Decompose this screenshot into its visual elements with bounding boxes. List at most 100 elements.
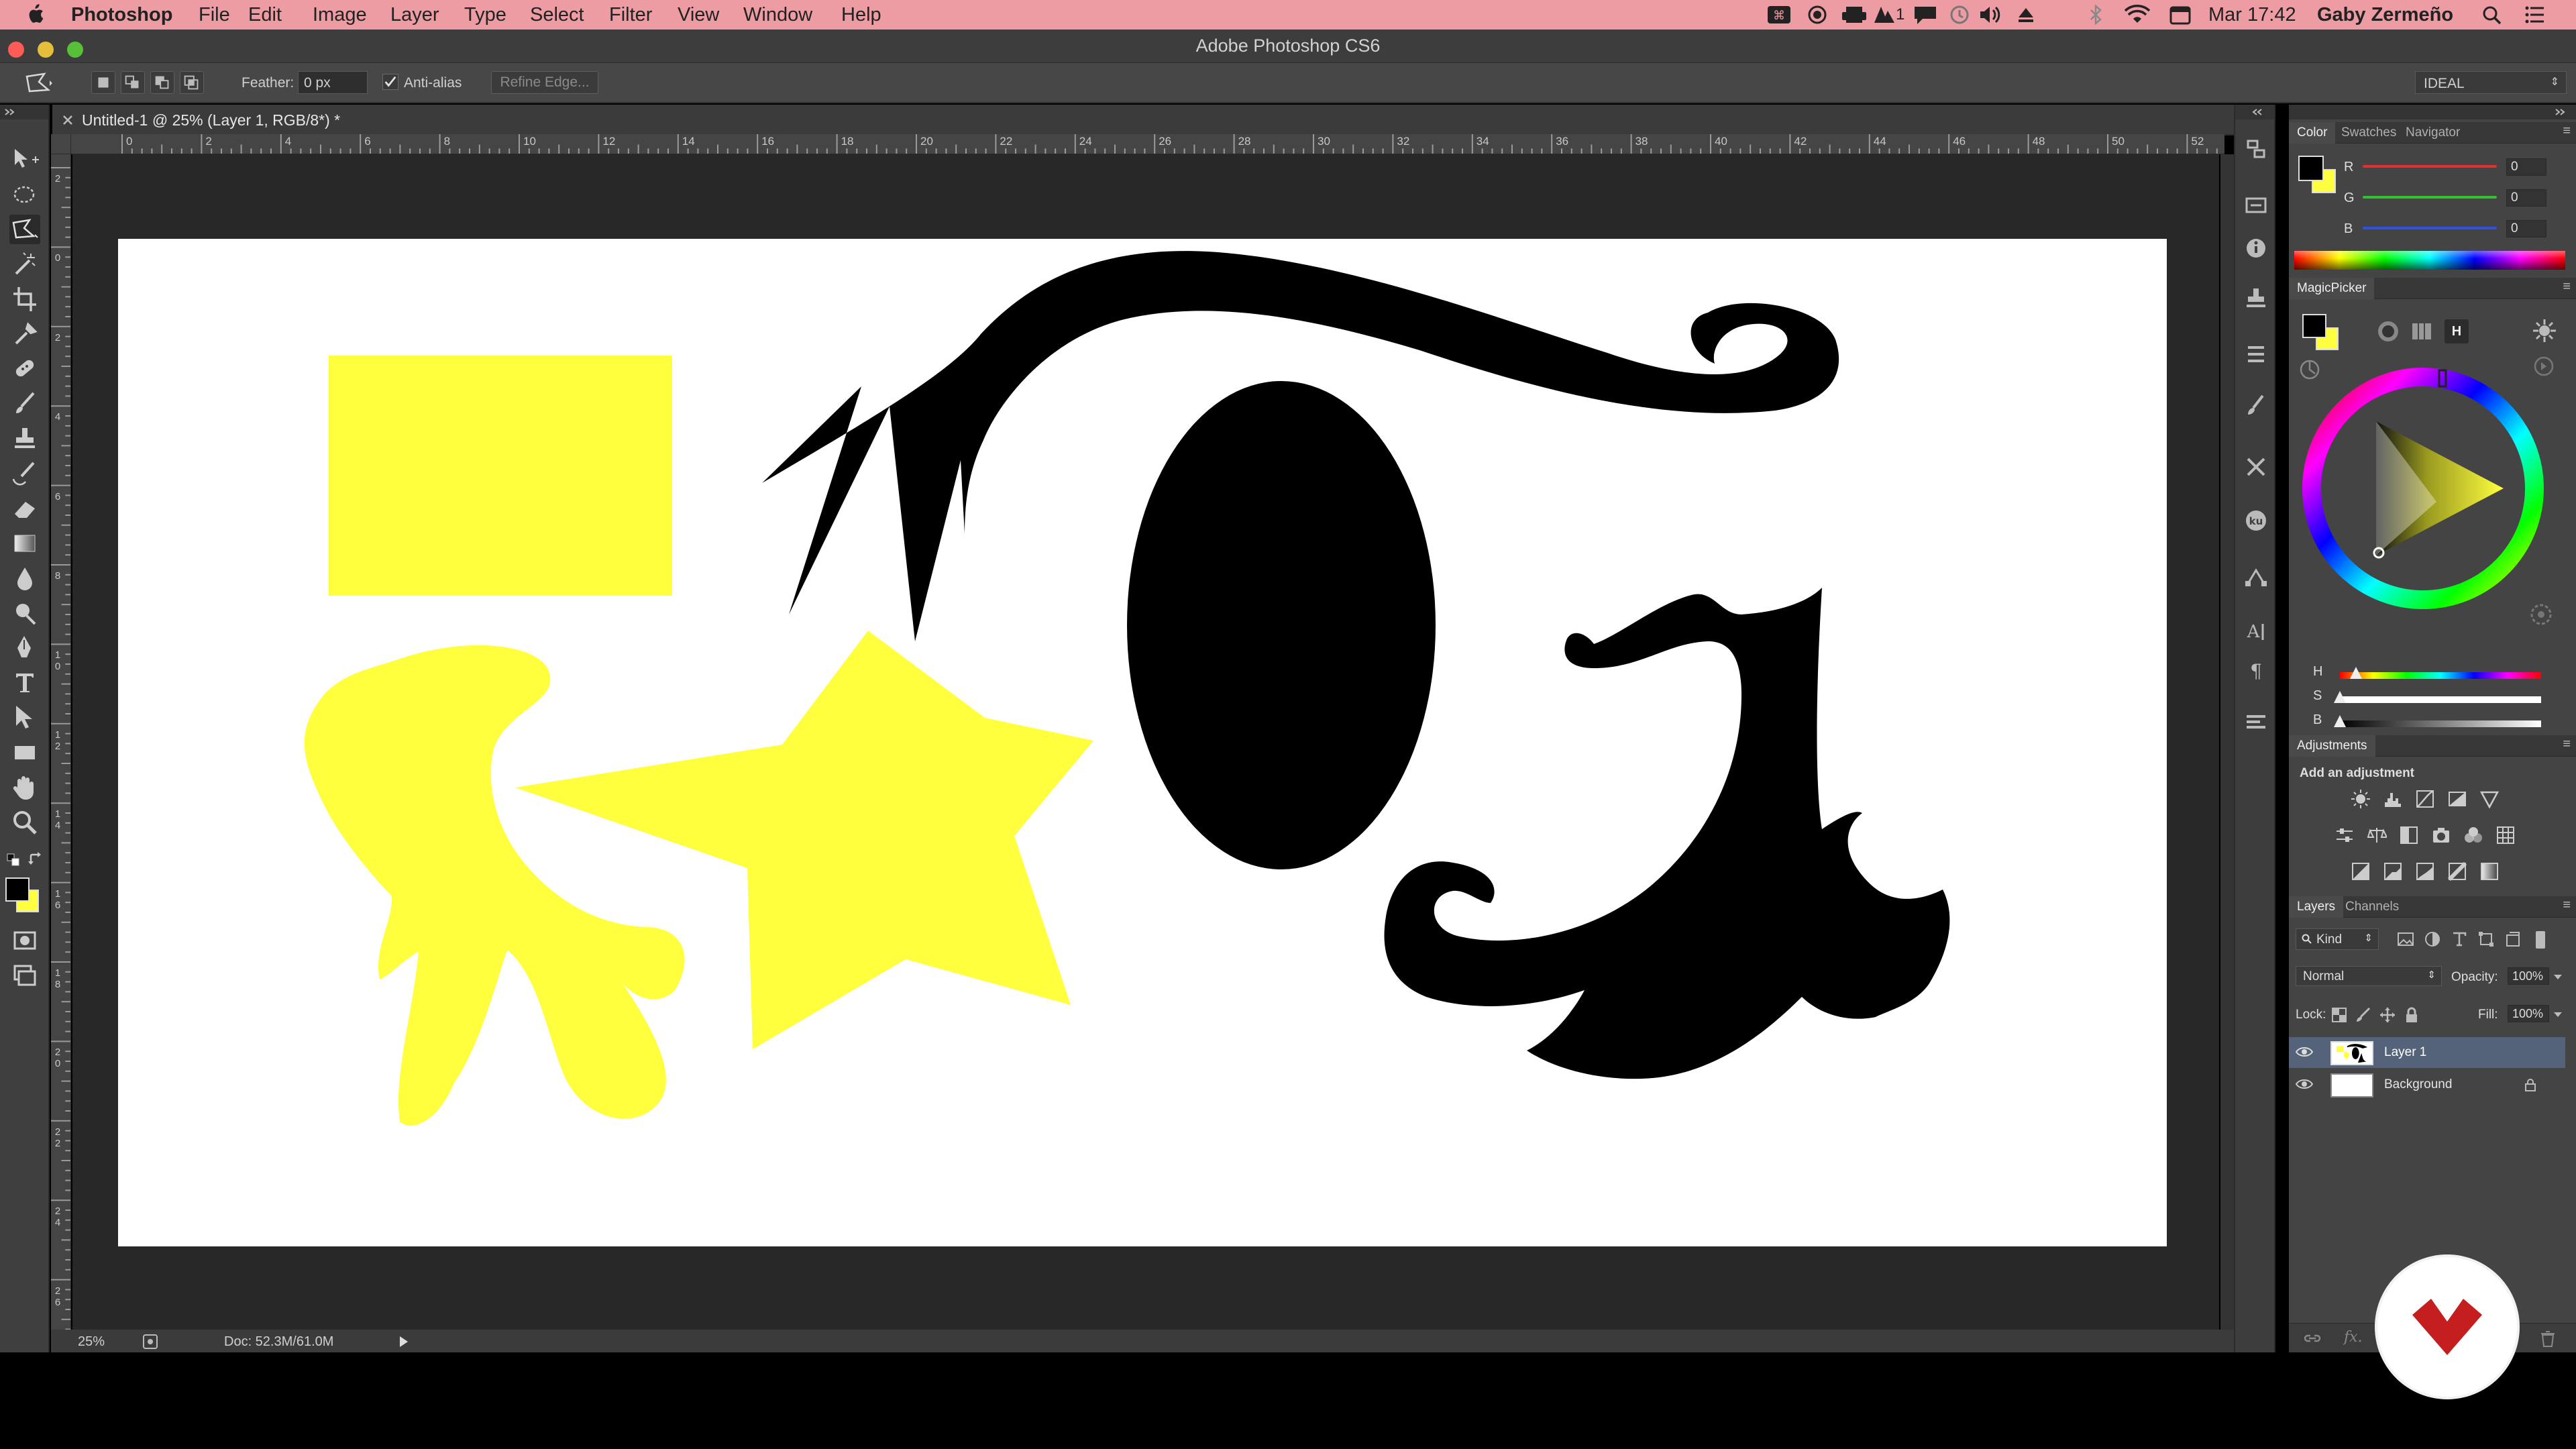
user-name[interactable]: Gaby Zermeño — [2317, 4, 2453, 25]
layer-row-background[interactable]: Background — [2289, 1069, 2565, 1100]
tab-layers[interactable]: Layers — [2289, 896, 2344, 918]
anti-alias-checkbox[interactable] — [382, 74, 398, 90]
mp-brightness-slider[interactable] — [2340, 720, 2541, 727]
vibrance-icon[interactable] — [2479, 789, 2500, 809]
lock-all-icon[interactable] — [2403, 1006, 2420, 1024]
dodge-tool-icon[interactable] — [9, 598, 40, 628]
photo-filter-icon[interactable] — [2431, 825, 2451, 845]
filter-type-layers-icon[interactable] — [2450, 930, 2469, 949]
layer-comps-panel-icon[interactable] — [2243, 708, 2269, 735]
zoom-level[interactable]: 25% — [78, 1334, 105, 1350]
filter-adjustment-layers-icon[interactable] — [2423, 930, 2442, 949]
swatch-grid-mode-icon[interactable] — [2410, 319, 2434, 343]
eyedropper-tool-icon[interactable] — [9, 319, 40, 349]
rectangle-tool-icon[interactable] — [9, 738, 40, 767]
history-brush-tool-icon[interactable] — [9, 459, 40, 488]
menu-type[interactable]: Type — [464, 4, 506, 25]
layer-name[interactable]: Layer 1 — [2384, 1045, 2426, 1060]
tab-navigator[interactable]: Navigator — [2398, 122, 2468, 144]
channel-g-slider[interactable] — [2363, 196, 2497, 199]
panel-menu-icon[interactable]: ≡ — [2563, 737, 2571, 752]
eject-icon[interactable] — [2017, 5, 2035, 24]
adjustments-title[interactable]: Adjustments — [2289, 735, 2375, 757]
gradient-tool-icon[interactable] — [9, 529, 40, 558]
move-tool-icon[interactable] — [9, 145, 40, 174]
black-boot-shape[interactable] — [1384, 588, 1950, 1079]
settings-sun-icon[interactable] — [2532, 318, 2557, 343]
blur-tool-icon[interactable] — [9, 564, 40, 593]
channel-b-slider[interactable] — [2363, 227, 2497, 229]
lock-transparent-pixels-icon[interactable] — [2330, 1006, 2348, 1024]
selective-color-icon[interactable] — [2447, 861, 2467, 881]
filter-smart-objects-icon[interactable] — [2504, 930, 2522, 949]
screen-mode-icon[interactable] — [9, 961, 40, 990]
marquee-tool-icon[interactable] — [9, 180, 40, 209]
clock[interactable]: Mar 17:42 — [2208, 4, 2296, 25]
menu-filter[interactable]: Filter — [609, 4, 652, 25]
channel-g-input[interactable]: 0 — [2506, 189, 2546, 207]
apple-icon[interactable] — [25, 3, 44, 25]
mp-brightness-thumb[interactable] — [2334, 715, 2346, 727]
tab-swatches[interactable]: Swatches — [2333, 122, 2404, 144]
mp-saturation-thumb[interactable] — [2334, 691, 2346, 703]
opacity-chevron-icon[interactable] — [2552, 970, 2564, 983]
color-spectrum-ramp[interactable] — [2294, 251, 2565, 270]
color-lookup-icon[interactable] — [2496, 825, 2516, 845]
menu-window[interactable]: Window — [743, 4, 812, 25]
refine-edge-button[interactable]: Refine Edge... — [491, 71, 598, 94]
app-menu[interactable]: Photoshop — [71, 4, 172, 25]
menu-layer[interactable]: Layer — [390, 4, 439, 25]
quick-mask-icon[interactable] — [9, 926, 40, 955]
path-selection-tool-icon[interactable] — [9, 703, 40, 733]
yellow-rectangle-shape[interactable] — [329, 356, 672, 596]
yellow-glove-shape[interactable] — [304, 645, 685, 1126]
intersect-selection-button[interactable] — [180, 71, 204, 94]
panel-menu-icon[interactable]: ≡ — [2563, 898, 2571, 913]
brush-presets-panel-icon[interactable] — [2243, 392, 2269, 419]
subtract-from-selection-button[interactable] — [150, 71, 174, 94]
menu-help[interactable]: Help — [841, 4, 881, 25]
strip-collapse-header[interactable] — [2235, 105, 2274, 119]
gradient-map-icon[interactable] — [2479, 861, 2500, 881]
delete-layer-icon[interactable] — [2540, 1330, 2556, 1348]
bluetooth-icon[interactable] — [2089, 5, 2102, 25]
visibility-eye-icon[interactable] — [2296, 1077, 2313, 1091]
proof-icon[interactable] — [142, 1334, 158, 1350]
document-tab[interactable]: Untitled-1 @ 25% (Layer 1, RGB/8*) * — [52, 105, 2234, 136]
fill-chevron-icon[interactable] — [2552, 1008, 2564, 1021]
spotlight-search-icon[interactable] — [2482, 5, 2502, 25]
brush-tool-icon[interactable] — [9, 389, 40, 419]
tab-channels[interactable]: Channels — [2337, 896, 2407, 918]
filter-toggle-switch[interactable] — [2536, 931, 2545, 949]
menu-select[interactable]: Select — [530, 4, 584, 25]
window-minimize-button[interactable] — [38, 42, 54, 58]
window-close-button[interactable] — [8, 42, 24, 58]
wheel-gear-icon[interactable] — [2528, 601, 2555, 628]
wifi-icon[interactable] — [2124, 4, 2151, 25]
menu-file[interactable]: File — [199, 4, 230, 25]
channel-r-slider[interactable] — [2363, 165, 2497, 168]
paragraph-panel-icon[interactable]: ¶ — [2243, 656, 2269, 683]
document-canvas[interactable] — [118, 239, 2167, 1246]
magicpicker-title[interactable]: MagicPicker — [2289, 278, 2375, 299]
ruler-origin[interactable] — [51, 134, 71, 154]
info-panel-icon[interactable] — [2243, 235, 2269, 262]
channel-b-input[interactable]: 0 — [2506, 220, 2546, 237]
hue-saturation-icon[interactable] — [2334, 825, 2355, 845]
tab-color[interactable]: Color — [2289, 122, 2336, 144]
type-tool-icon[interactable] — [9, 668, 40, 698]
layer-styles-fx-icon[interactable]: fx. — [2344, 1329, 2363, 1346]
time-machine-icon[interactable] — [1949, 5, 1970, 25]
curves-icon[interactable] — [2415, 789, 2435, 809]
menu-image[interactable]: Image — [313, 4, 367, 25]
panel-menu-icon[interactable]: ≡ — [2563, 123, 2571, 139]
foreground-color-swatch[interactable] — [5, 877, 30, 902]
color-wheel-mode-icon[interactable] — [2376, 319, 2400, 343]
hand-tool-icon[interactable] — [9, 773, 40, 802]
panel-menu-icon[interactable]: ≡ — [2563, 279, 2571, 294]
filter-shape-layers-icon[interactable] — [2477, 930, 2496, 949]
close-document-icon[interactable] — [62, 114, 74, 126]
add-to-selection-button[interactable] — [121, 71, 145, 94]
character-panel-icon[interactable]: A — [2243, 617, 2269, 644]
mp-foreground-swatch[interactable] — [2302, 314, 2326, 338]
